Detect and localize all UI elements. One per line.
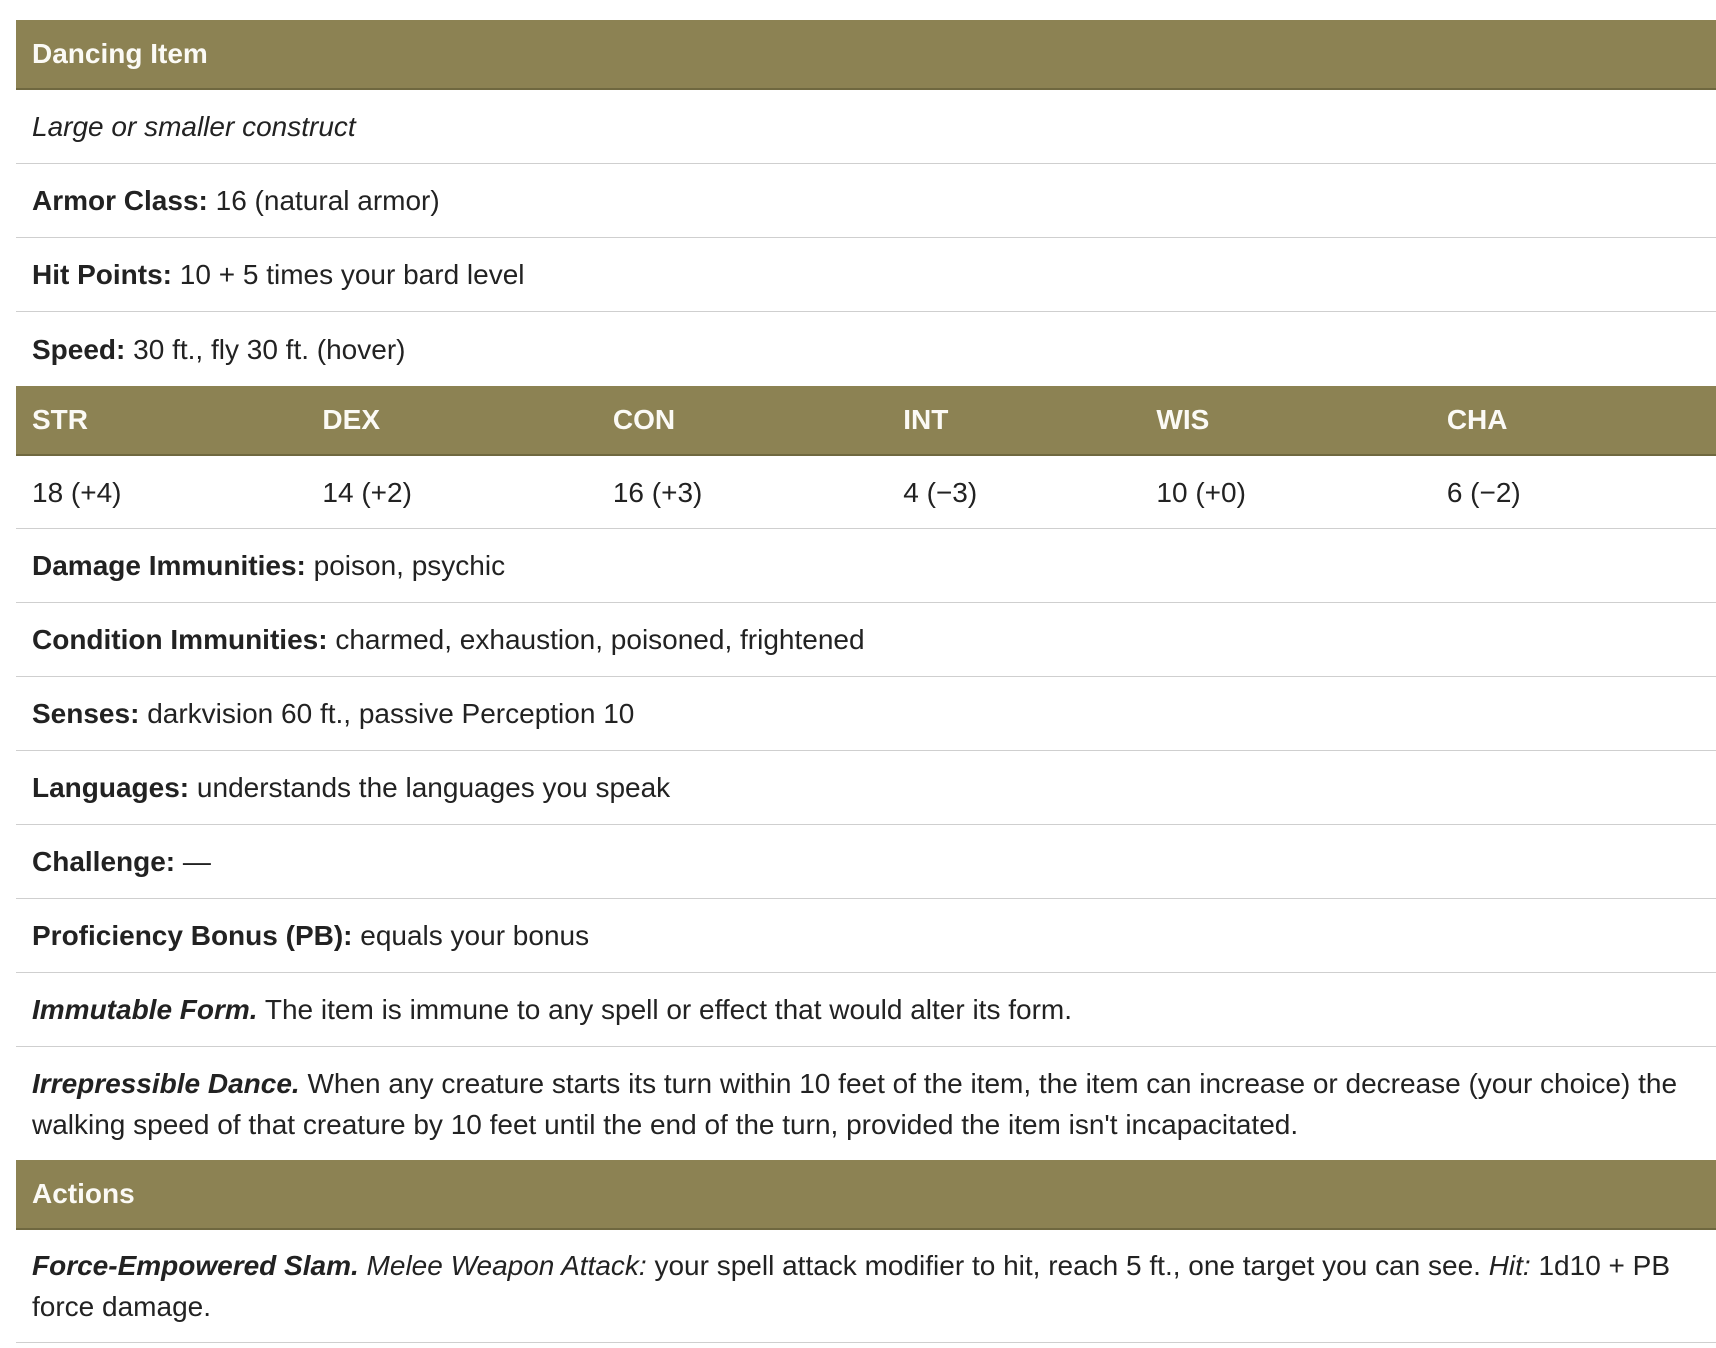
armor-class-row: Armor Class: 16 (natural armor): [16, 164, 1716, 238]
challenge-value: —: [182, 846, 211, 877]
action-attack-text: your spell attack modifier to hit, reach…: [654, 1250, 1481, 1281]
trait-immutable-form: Immutable Form. The item is immune to an…: [16, 973, 1716, 1047]
languages-value: understands the languages you speak: [196, 772, 671, 803]
ability-value-dex: 14 (+2): [322, 476, 412, 508]
ability-score-values: 18 (+4) 14 (+2) 16 (+3) 4 (−3) 10 (+0) 6…: [16, 456, 1716, 529]
condition-immunities-row: Condition Immunities: charmed, exhaustio…: [16, 603, 1716, 677]
languages-row: Languages: understands the languages you…: [16, 751, 1716, 825]
condition-immunities-label: Condition Immunities:: [32, 624, 328, 655]
ability-value-wis: 10 (+0): [1156, 476, 1246, 508]
stat-block: Dancing Item Large or smaller construct …: [16, 20, 1716, 1343]
actions-header: Actions: [16, 1160, 1716, 1230]
action-hit-label: Hit:: [1488, 1250, 1531, 1281]
speed-value: 30 ft., fly 30 ft. (hover): [133, 333, 406, 365]
ability-header-int: INT: [903, 404, 949, 435]
trait-irrepressible-dance: Irrepressible Dance. When any creature s…: [16, 1047, 1716, 1160]
damage-immunities-label: Damage Immunities:: [32, 550, 306, 581]
senses-row: Senses: darkvision 60 ft., passive Perce…: [16, 677, 1716, 751]
ability-value-int: 4 (−3): [903, 476, 978, 508]
speed-label: Speed:: [32, 333, 126, 365]
action-name: Force-Empowered Slam.: [32, 1250, 359, 1281]
languages-label: Languages:: [32, 772, 190, 803]
creature-type: Large or smaller construct: [32, 111, 356, 142]
hit-points-value: 10 + 5 times your bard level: [179, 259, 525, 290]
ability-value-cha: 6 (−2): [1446, 476, 1521, 508]
challenge-row: Challenge: —: [16, 825, 1716, 899]
ability-header-str: STR: [32, 404, 88, 435]
armor-class-label: Armor Class:: [32, 185, 208, 216]
trait-name: Irrepressible Dance.: [32, 1067, 300, 1099]
ability-header-dex: DEX: [322, 404, 380, 435]
senses-value: darkvision 60 ft., passive Perception 10: [147, 698, 635, 729]
ability-header-cha: CHA: [1446, 404, 1508, 435]
creature-name: Dancing Item: [32, 38, 208, 69]
trait-text: The item is immune to any spell or effec…: [264, 994, 1073, 1025]
condition-immunities-value: charmed, exhaustion, poisoned, frightene…: [335, 624, 865, 655]
damage-immunities-row: Damage Immunities: poison, psychic: [16, 529, 1716, 603]
proficiency-label: Proficiency Bonus (PB):: [32, 920, 353, 951]
ability-header-wis: WIS: [1156, 404, 1210, 435]
trait-name: Immutable Form.: [32, 994, 258, 1025]
proficiency-value: equals your bonus: [360, 920, 590, 951]
ability-header-con: CON: [612, 404, 676, 435]
challenge-label: Challenge:: [32, 846, 176, 877]
damage-immunities-value: poison, psychic: [313, 550, 506, 581]
hit-points-label: Hit Points:: [32, 259, 172, 290]
proficiency-row: Proficiency Bonus (PB): equals your bonu…: [16, 899, 1716, 973]
creature-name-header: Dancing Item: [16, 20, 1716, 90]
actions-title: Actions: [32, 1178, 135, 1209]
senses-label: Senses:: [32, 698, 140, 729]
action-force-empowered-slam: Force-Empowered Slam. Melee Weapon Attac…: [16, 1230, 1716, 1343]
creature-type-row: Large or smaller construct: [16, 90, 1716, 164]
ability-score-header: STR DEX CON INT WIS CHA: [16, 386, 1716, 456]
ability-value-con: 16 (+3): [612, 476, 703, 508]
action-attack-type: Melee Weapon Attack:: [366, 1250, 647, 1281]
ability-value-str: 18 (+4): [32, 476, 122, 508]
armor-class-value: 16 (natural armor): [215, 185, 440, 216]
speed-row: Speed: 30 ft., fly 30 ft. (hover): [16, 312, 1716, 386]
hit-points-row: Hit Points: 10 + 5 times your bard level: [16, 238, 1716, 312]
